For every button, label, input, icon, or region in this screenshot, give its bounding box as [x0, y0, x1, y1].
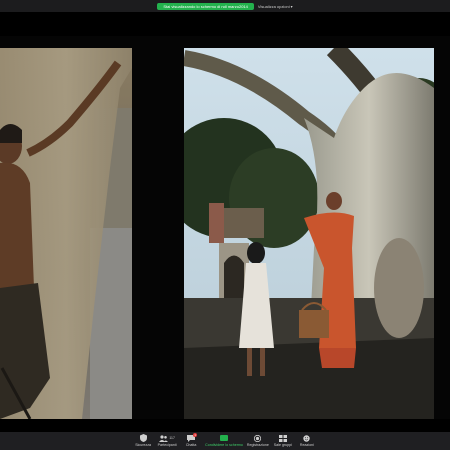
- shield-icon: [138, 434, 148, 442]
- share-screen-button[interactable]: Condividere lo schermo: [205, 434, 243, 447]
- share-screen-label: Condividere lo schermo: [205, 443, 243, 447]
- chat-badge: 1: [193, 433, 198, 437]
- chat-icon: 1: [186, 433, 198, 442]
- view-options-label: Visualizza opzioni: [257, 3, 290, 9]
- chat-button[interactable]: 1 Chatta: [181, 433, 201, 447]
- record-label: Registrazione: [246, 443, 269, 447]
- shared-content: [0, 36, 450, 419]
- photo-women-under-tree: [184, 48, 434, 419]
- security-label: Sicurezza: [135, 443, 152, 447]
- reactions-icon: [302, 434, 312, 442]
- screen-share-notice: Stai visualizzando lo schermo di ndl mar…: [157, 2, 254, 10]
- record-icon: [253, 434, 263, 442]
- chat-label: Chatta: [185, 443, 197, 447]
- participants-icon: 117: [159, 434, 175, 442]
- participants-count: 117: [169, 436, 175, 440]
- breakout-rooms-label: Sale gruppi: [273, 443, 292, 447]
- security-button[interactable]: Sicurezza: [133, 434, 153, 447]
- meeting-toolbar: Sicurezza 117 Partecipanti 1 Chatta Cond…: [0, 432, 450, 450]
- breakout-rooms-button[interactable]: Sale gruppi: [273, 434, 293, 447]
- participants-label: Partecipanti: [157, 443, 177, 447]
- participants-button[interactable]: 117 Partecipanti: [157, 434, 177, 447]
- view-options-menu[interactable]: Visualizza opzioni ▾: [258, 4, 293, 9]
- reactions-button[interactable]: Reazioni: [297, 434, 317, 447]
- share-screen-icon: [219, 434, 229, 442]
- shared-screen-area: [0, 12, 450, 432]
- top-bar: Stai visualizzando lo schermo di ndl mar…: [0, 0, 450, 12]
- reactions-label: Reazioni: [299, 443, 314, 447]
- breakout-rooms-icon: [278, 434, 288, 442]
- record-button[interactable]: Registrazione: [247, 434, 269, 447]
- chevron-down-icon: ▾: [290, 3, 293, 9]
- photo-man-with-cloth: [0, 48, 132, 419]
